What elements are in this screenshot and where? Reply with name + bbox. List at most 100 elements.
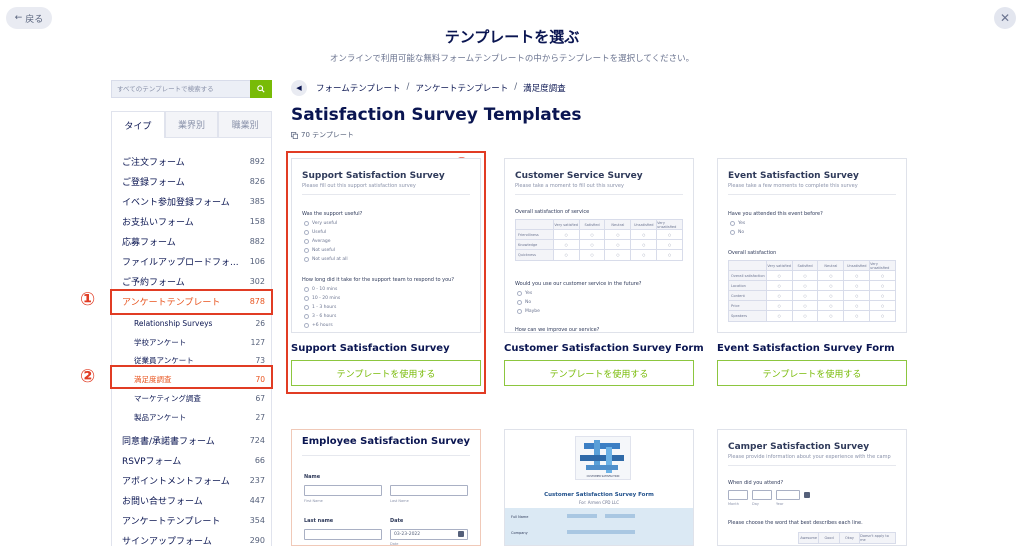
preview-matrix-header: Unsatisfied bbox=[844, 261, 871, 270]
template-card-preview[interactable]: Camper Satisfaction Survey Please provid… bbox=[717, 429, 907, 546]
preview-option-label: 10 - 20 mins bbox=[312, 296, 341, 301]
preview-form-body bbox=[505, 508, 693, 545]
category-item[interactable]: ご注文フォーム 892 bbox=[122, 153, 265, 169]
preview-divider bbox=[728, 194, 896, 195]
category-item[interactable]: アンケートテンプレート 354 bbox=[122, 512, 265, 528]
preview-option-label: 3 - 6 hours bbox=[312, 314, 337, 319]
template-card-preview[interactable]: CUSTOMER SATISFACTION Customer Satisfact… bbox=[504, 429, 694, 546]
preview-matrix-cell: ○ bbox=[844, 281, 871, 290]
preview-question: Was the support useful? bbox=[302, 211, 363, 217]
template-card-preview[interactable]: Employee Satisfaction Survey Name First … bbox=[291, 429, 481, 546]
category-tabs: タイプ 業界別 職業別 bbox=[111, 111, 273, 138]
preview-matrix-cell: ○ bbox=[818, 271, 845, 280]
section-title: Satisfaction Survey Templates bbox=[291, 105, 582, 125]
preview-day-input bbox=[752, 490, 772, 500]
breadcrumb-back-button[interactable]: ◀ bbox=[291, 80, 307, 96]
template-name[interactable]: Customer Satisfaction Survey Form bbox=[504, 343, 704, 354]
preview-matrix-cell: ○ bbox=[844, 271, 871, 280]
preview-matrix-header: Awesome bbox=[799, 533, 820, 543]
tab-profession[interactable]: 職業別 bbox=[218, 111, 273, 138]
category-count: 237 bbox=[249, 475, 265, 485]
category-count: 882 bbox=[249, 236, 265, 246]
preview-matrix-cell: ○ bbox=[793, 291, 819, 300]
preview-matrix-head: Awesome Good Okay Doesn't apply to me bbox=[799, 533, 895, 543]
template-count: 70 テンプレート bbox=[291, 130, 354, 140]
preview-matrix-cell: ○ bbox=[818, 311, 845, 321]
preview-matrix-header: Unsatisfied bbox=[631, 220, 658, 229]
category-item[interactable]: お問い合せフォーム 447 bbox=[122, 492, 265, 508]
radio-icon bbox=[304, 314, 309, 319]
category-label: サインアップフォーム bbox=[122, 536, 212, 546]
preview-matrix-cell: ○ bbox=[767, 271, 793, 280]
subcategory-item[interactable]: マーケティング調査 67 bbox=[134, 390, 265, 406]
preview-matrix-cell: ○ bbox=[818, 281, 845, 290]
preview-field-label: Full Name bbox=[511, 515, 529, 519]
tab-industry[interactable]: 業界別 bbox=[164, 111, 219, 138]
preview-option-label: +6 hours bbox=[312, 323, 333, 328]
category-label: お問い合せフォーム bbox=[122, 496, 203, 507]
breadcrumb: フォームテンプレート / アンケートテンプレート / 満足度調査 bbox=[316, 82, 566, 94]
category-item[interactable]: ご登録フォーム 826 bbox=[122, 173, 265, 189]
preview-matrix-corner bbox=[516, 220, 554, 229]
preview-matrix-cell: ○ bbox=[668, 232, 672, 237]
preview-matrix-cell: ○ bbox=[844, 301, 871, 310]
category-item[interactable]: 同意書/承諾書フォーム 724 bbox=[122, 432, 265, 448]
category-item[interactable]: RSVPフォーム 66 bbox=[122, 452, 265, 468]
preview-matrix-cell: ○ bbox=[881, 293, 885, 298]
use-template-button[interactable]: テンプレートを使用する bbox=[504, 360, 694, 386]
preview-matrix-row-label: Friendliness bbox=[516, 230, 554, 239]
preview-option: Very useful bbox=[304, 221, 337, 226]
use-template-button[interactable]: テンプレートを使用する bbox=[717, 360, 907, 386]
template-card-preview[interactable]: Event Satisfaction Survey Please take a … bbox=[717, 158, 907, 333]
preview-question: Please choose the word that best describ… bbox=[728, 520, 863, 526]
preview-matrix-row-label: Price bbox=[729, 301, 767, 310]
preview-field-label: Last name bbox=[304, 518, 334, 524]
preview-matrix-header: Very satisfied bbox=[554, 220, 580, 229]
preview-option: Yes bbox=[730, 221, 745, 226]
preview-question: How can we improve our service? bbox=[515, 327, 600, 333]
category-count: 354 bbox=[249, 515, 265, 525]
preview-matrix-cell: ○ bbox=[767, 291, 793, 300]
preview-matrix-cell: ○ bbox=[793, 301, 819, 310]
category-item[interactable]: アポイントメントフォーム 237 bbox=[122, 472, 265, 488]
preview-option: Not useful bbox=[304, 248, 335, 253]
category-label: アンケートテンプレート bbox=[122, 516, 221, 527]
subcategory-item[interactable]: 製品アンケート 27 bbox=[134, 409, 265, 425]
search-button[interactable] bbox=[250, 80, 272, 98]
category-item[interactable]: 応募フォーム 882 bbox=[122, 233, 265, 249]
category-item[interactable]: ご予約フォーム 302 bbox=[122, 273, 265, 289]
category-item[interactable]: イベント参加登録フォーム 385 bbox=[122, 193, 265, 209]
template-name[interactable]: Event Satisfaction Survey Form bbox=[717, 343, 895, 354]
preview-title: Support Satisfaction Survey bbox=[302, 171, 445, 181]
radio-icon bbox=[304, 323, 309, 328]
category-item[interactable]: お支払いフォーム 158 bbox=[122, 213, 265, 229]
category-item[interactable]: サインアップフォーム 290 bbox=[122, 532, 265, 546]
preview-matrix-cell: ○ bbox=[793, 281, 819, 290]
breadcrumb-item[interactable]: アンケートテンプレート bbox=[415, 82, 508, 94]
preview-matrix-cell: ○ bbox=[554, 250, 580, 260]
template-name[interactable]: Support Satisfaction Survey bbox=[291, 343, 450, 354]
preview-input bbox=[304, 485, 382, 496]
preview-input bbox=[390, 485, 468, 496]
preview-matrix-header: Neutral bbox=[818, 261, 845, 270]
preview-matrix-cell: ○ bbox=[668, 253, 672, 257]
preview-matrix-cell: ○ bbox=[818, 291, 845, 300]
subcategory-count: 27 bbox=[255, 412, 265, 422]
preview-option: Not useful at all bbox=[304, 257, 348, 262]
category-item[interactable]: ファイルアップロードフォ... 106 bbox=[122, 253, 265, 269]
category-count: 158 bbox=[249, 216, 265, 226]
subcategory-item[interactable]: Relationship Surveys 26 bbox=[134, 315, 265, 331]
template-card-preview[interactable]: Customer Service Survey Please take a mo… bbox=[504, 158, 694, 333]
breadcrumb-separator: / bbox=[406, 82, 410, 92]
preview-matrix-row-label: Location bbox=[729, 281, 767, 290]
tab-type[interactable]: タイプ bbox=[111, 111, 165, 138]
preview-question: Would you use our customer service in th… bbox=[515, 281, 642, 287]
back-label: 戻る bbox=[25, 14, 44, 25]
subcategory-count: 26 bbox=[255, 318, 265, 328]
breadcrumb-item[interactable]: フォームテンプレート bbox=[316, 82, 401, 94]
template-card-preview[interactable]: Support Satisfaction Survey Please fill … bbox=[291, 158, 481, 333]
preview-year-input bbox=[776, 490, 800, 500]
search-input[interactable] bbox=[111, 80, 250, 98]
subcategory-item[interactable]: 学校アンケート 127 bbox=[134, 334, 265, 350]
use-template-button[interactable]: テンプレートを使用する bbox=[291, 360, 481, 386]
